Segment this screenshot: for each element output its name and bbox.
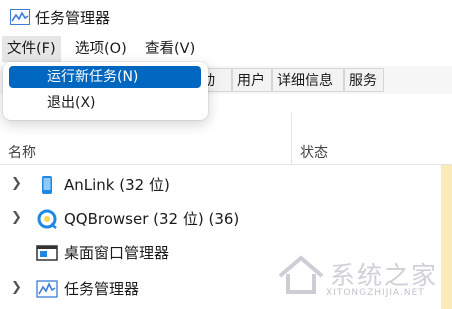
chevron-right-icon[interactable]: ❯ bbox=[11, 281, 22, 295]
house-logo-icon bbox=[278, 255, 324, 294]
menu-exit[interactable]: 退出(X) bbox=[9, 92, 201, 114]
tab-services[interactable]: 服务 bbox=[344, 68, 384, 92]
browser-icon bbox=[37, 209, 57, 229]
menu-view[interactable]: 查看(V) bbox=[140, 36, 200, 62]
watermark-subtext: XITONGZHIJIA.NET bbox=[326, 288, 425, 298]
menu-file[interactable]: 文件(F) bbox=[2, 36, 61, 62]
column-status[interactable]: 状态 bbox=[300, 142, 328, 162]
file-menu-dropdown: 运行新任务(N) 退出(X) bbox=[3, 62, 208, 120]
menu-bar: 文件(F) 选项(O) 查看(V) bbox=[0, 36, 452, 63]
process-name: 桌面窗口管理器 bbox=[64, 244, 170, 262]
title-bar: 任务管理器 bbox=[0, 0, 452, 36]
column-name[interactable]: 名称 bbox=[8, 142, 36, 162]
header-divider bbox=[0, 164, 452, 165]
window-manager-icon bbox=[36, 245, 58, 261]
column-divider[interactable] bbox=[291, 113, 292, 165]
watermark: 系统之家 XITONGZHIJIA.NET bbox=[268, 248, 448, 306]
chevron-right-icon[interactable]: ❯ bbox=[11, 211, 22, 225]
menu-exit-label: 退出(X) bbox=[47, 95, 96, 111]
process-row[interactable]: ❯ AnLink (32 位) bbox=[0, 168, 452, 202]
tab-users[interactable]: 用户 bbox=[232, 68, 272, 92]
phone-icon bbox=[42, 176, 52, 194]
process-name: 任务管理器 bbox=[64, 280, 140, 298]
menu-run-new-task-label: 运行新任务(N) bbox=[47, 69, 139, 85]
task-manager-icon bbox=[36, 280, 58, 298]
menu-options[interactable]: 选项(O) bbox=[70, 36, 132, 62]
tab-details[interactable]: 详细信息 bbox=[272, 68, 344, 92]
task-manager-icon bbox=[10, 9, 30, 25]
column-header bbox=[0, 113, 452, 165]
menu-run-new-task[interactable]: 运行新任务(N) bbox=[9, 66, 201, 88]
chevron-right-icon[interactable]: ❯ bbox=[11, 177, 22, 191]
watermark-text: 系统之家 bbox=[330, 261, 439, 290]
process-name: QQBrowser (32 位) (36) bbox=[64, 210, 240, 228]
process-row[interactable]: ❯ QQBrowser (32 位) (36) bbox=[0, 202, 452, 236]
process-name: AnLink (32 位) bbox=[64, 176, 170, 194]
window-title: 任务管理器 bbox=[35, 9, 111, 27]
